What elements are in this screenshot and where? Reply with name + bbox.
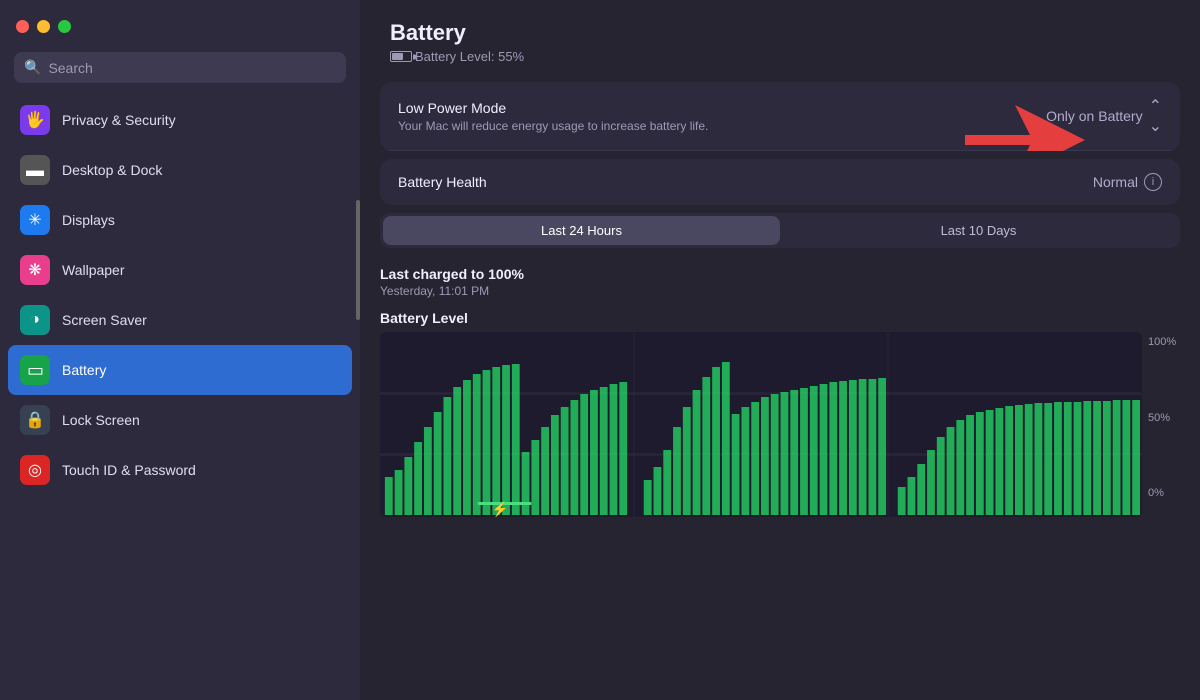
sidebar-item-label: Screen Saver: [62, 312, 147, 328]
battery-health-label: Battery Health: [398, 174, 1093, 190]
chart-area: ⚡: [380, 332, 1142, 517]
tab-last-24-hours[interactable]: Last 24 Hours: [383, 216, 780, 245]
battery-health-card: Battery Health Normal i: [380, 159, 1180, 205]
charge-title: Last charged to 100%: [380, 266, 1180, 282]
y-label-0: 0%: [1148, 487, 1180, 499]
privacy-security-icon: 🖐: [20, 105, 50, 135]
battery-icon-inline: [390, 51, 412, 62]
sidebar-scrollbar[interactable]: [354, 0, 360, 700]
sidebar-item-label: Battery: [62, 362, 106, 378]
sidebar-list: 🖐 Privacy & Security ▬ Desktop & Dock ✳ …: [0, 95, 360, 700]
svg-text:⚡: ⚡: [492, 501, 509, 517]
sidebar-item-lock-screen[interactable]: 🔒 Lock Screen: [8, 395, 352, 445]
sidebar-item-displays[interactable]: ✳ Displays: [8, 195, 352, 245]
sidebar-item-wallpaper[interactable]: ❋ Wallpaper: [8, 245, 352, 295]
low-power-mode-card: Low Power Mode Your Mac will reduce ener…: [380, 82, 1180, 151]
row-left: Battery Health: [398, 174, 1093, 190]
low-power-value: Only on Battery: [1046, 108, 1143, 124]
battery-health-row: Battery Health Normal i: [380, 159, 1180, 205]
displays-icon: ✳: [20, 205, 50, 235]
chart-title: Battery Level: [380, 310, 1180, 326]
tab-last-10-days[interactable]: Last 10 Days: [780, 216, 1177, 245]
chart-y-labels: 100% 50% 0%: [1142, 332, 1180, 517]
sidebar-item-screen-saver[interactable]: ◑ Screen Saver: [8, 295, 352, 345]
sidebar-item-desktop-dock[interactable]: ▬ Desktop & Dock: [8, 145, 352, 195]
y-label-100: 100%: [1148, 336, 1180, 348]
low-power-label: Low Power Mode: [398, 100, 1046, 116]
stepper-icon[interactable]: ⌃⌄: [1149, 96, 1162, 136]
charge-info: Last charged to 100% Yesterday, 11:01 PM: [360, 256, 1200, 302]
page-title: Battery: [390, 20, 1170, 46]
search-bar[interactable]: 🔍: [14, 52, 346, 83]
battery-sidebar-icon: ▭: [20, 355, 50, 385]
minimize-button[interactable]: [37, 20, 50, 33]
sidebar-item-label: Desktop & Dock: [62, 162, 162, 178]
battery-chart-svg: ⚡: [380, 332, 1142, 517]
screen-saver-icon: ◑: [20, 305, 50, 335]
row-left: Low Power Mode Your Mac will reduce ener…: [398, 100, 1046, 133]
row-right: Normal i: [1093, 173, 1162, 191]
titlebar: [0, 0, 360, 52]
time-tabs: Last 24 Hours Last 10 Days: [380, 213, 1180, 248]
search-icon: 🔍: [24, 59, 41, 76]
info-icon[interactable]: i: [1144, 173, 1162, 191]
battery-level-text: Battery Level: 55%: [415, 49, 524, 64]
charge-time: Yesterday, 11:01 PM: [380, 284, 1180, 298]
sidebar-scrollbar-thumb: [356, 200, 360, 320]
lock-screen-icon: 🔒: [20, 405, 50, 435]
sidebar-item-label: Privacy & Security: [62, 112, 176, 128]
battery-health-value: Normal: [1093, 174, 1138, 190]
battery-chart-section: Battery Level: [360, 302, 1200, 527]
sidebar-item-privacy-security[interactable]: 🖐 Privacy & Security: [8, 95, 352, 145]
sidebar-item-label: Displays: [62, 212, 115, 228]
row-right[interactable]: Only on Battery ⌃⌄: [1046, 96, 1162, 136]
sidebar-item-label: Lock Screen: [62, 412, 140, 428]
search-input[interactable]: [48, 60, 336, 76]
sidebar-item-touch-id[interactable]: ◎ Touch ID & Password: [8, 445, 352, 495]
low-power-mode-row: Low Power Mode Your Mac will reduce ener…: [380, 82, 1180, 151]
main-content: Battery Battery Level: 55% Low Power Mod…: [360, 0, 1200, 700]
close-button[interactable]: [16, 20, 29, 33]
main-header: Battery Battery Level: 55%: [360, 0, 1200, 74]
maximize-button[interactable]: [58, 20, 71, 33]
battery-subtitle: Battery Level: 55%: [390, 49, 1170, 64]
low-power-desc: Your Mac will reduce energy usage to inc…: [398, 119, 878, 133]
desktop-dock-icon: ▬: [20, 155, 50, 185]
sidebar-item-label: Wallpaper: [62, 262, 125, 278]
wallpaper-icon: ❋: [20, 255, 50, 285]
touch-id-icon: ◎: [20, 455, 50, 485]
sidebar-item-label: Touch ID & Password: [62, 462, 196, 478]
chart-wrapper: ⚡: [380, 332, 1180, 517]
sidebar: 🔍 🖐 Privacy & Security ▬ Desktop & Dock …: [0, 0, 360, 700]
sidebar-item-battery[interactable]: ▭ Battery: [8, 345, 352, 395]
y-label-50: 50%: [1148, 412, 1180, 424]
